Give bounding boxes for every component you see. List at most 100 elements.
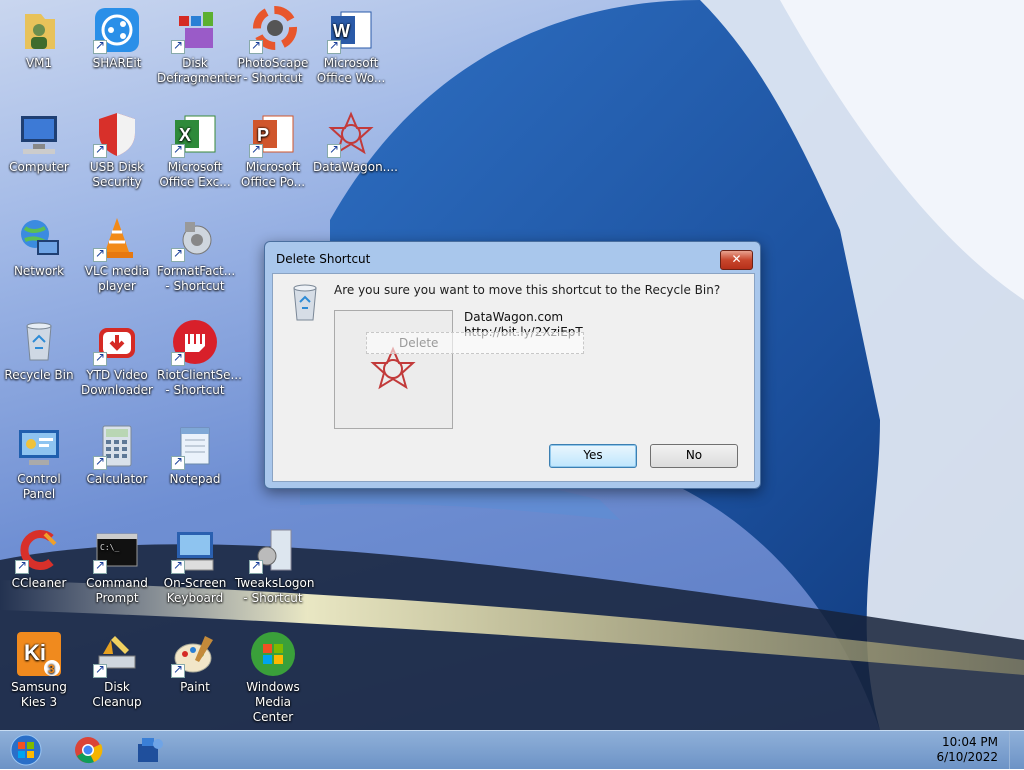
disk-cleanup-icon: [93, 630, 141, 678]
svg-text:C:\_: C:\_: [100, 543, 119, 552]
desktop-icon-powerpoint[interactable]: P Microsoft Office Po...: [234, 104, 312, 204]
desktop-icon-label: Microsoft Office Po...: [240, 160, 306, 189]
svg-text:3: 3: [48, 662, 55, 676]
recycle-bin-icon: [288, 282, 322, 322]
desktop-icon-label: TweaksLogon - Shortcut: [235, 576, 315, 605]
desktop-icon-disk-cleanup[interactable]: Disk Cleanup: [78, 624, 156, 724]
yes-button[interactable]: Yes: [549, 444, 637, 468]
desktop-icon-riotclient[interactable]: RiotClientSe... - Shortcut: [156, 312, 242, 412]
desktop-icon-ytd[interactable]: YTD Video Downloader: [78, 312, 156, 412]
desktop-icon-disk-defragmenter[interactable]: Disk Defragmenter: [156, 0, 242, 100]
system-clock[interactable]: 10:04 PM 6/10/2022: [936, 735, 998, 765]
desktop-icon-label: SHAREit: [92, 56, 142, 70]
desktop-icon-label: Command Prompt: [86, 576, 148, 605]
desktop-icon-label: Control Panel: [17, 472, 61, 501]
folder-user-icon: [15, 6, 63, 54]
close-button[interactable]: ✕: [720, 250, 753, 270]
datawagon-star-icon: [370, 346, 416, 390]
network-app-taskbar-icon[interactable]: [132, 734, 168, 766]
riot-client-icon: [171, 318, 219, 366]
shortcut-arrow-icon: [249, 38, 263, 54]
drag-ghost-label: Delete: [399, 336, 439, 350]
desktop-icon-network[interactable]: Network: [0, 208, 78, 308]
photoscape-icon: [249, 6, 297, 54]
desktop-icon-formatfactory[interactable]: FormatFact... - Shortcut: [156, 208, 235, 308]
desktop-icon-samsung-kies[interactable]: Ki 3 Samsung Kies 3: [0, 624, 78, 724]
shortcut-arrow-icon: [93, 38, 107, 54]
network-globe-icon: [15, 214, 63, 262]
delete-shortcut-dialog: Delete Shortcut ✕ Are you sure you want …: [264, 241, 761, 489]
desktop-icon-control-panel[interactable]: Control Panel: [0, 416, 78, 516]
desktop-icon-label: VLC media player: [84, 264, 150, 293]
ytd-downloader-icon: [93, 318, 141, 366]
tweakslogon-icon: [249, 526, 297, 574]
desktop-icon-usb-disk-security[interactable]: USB Disk Security: [78, 104, 156, 204]
clock-time: 10:04 PM: [942, 735, 998, 749]
desktop-icon-label: USB Disk Security: [89, 160, 145, 189]
dialog-message: Are you sure you want to move this short…: [334, 283, 721, 297]
desktop-icon-label: YTD Video Downloader: [81, 368, 153, 397]
desktop-icon-paint[interactable]: Paint: [156, 624, 234, 724]
taskbar: 10:04 PM 6/10/2022: [0, 730, 1024, 769]
desktop-icon-label: VM1: [25, 56, 53, 70]
desktop-icon-label: Computer: [9, 160, 69, 174]
desktop-icon-on-screen-keyboard[interactable]: On-Screen Keyboard: [156, 520, 234, 620]
disk-defragmenter-icon: [171, 6, 219, 54]
paint-palette-icon: [171, 630, 219, 678]
desktop-icon-notepad[interactable]: Notepad: [156, 416, 234, 516]
format-factory-icon: [171, 214, 219, 262]
desktop-icon-label: Network: [13, 264, 65, 278]
desktop-icon-label: RiotClientSe... - Shortcut: [157, 368, 242, 397]
no-button[interactable]: No: [650, 444, 738, 468]
datawagon-star-icon: [327, 110, 375, 158]
show-desktop-button[interactable]: [1009, 731, 1024, 769]
notepad-icon: [171, 422, 219, 470]
desktop-icon-ccleaner[interactable]: CCleaner: [0, 520, 78, 620]
desktop-icon-vm1[interactable]: VM1: [0, 0, 78, 100]
shortcut-arrow-icon: [171, 38, 185, 54]
control-panel-icon: [15, 422, 63, 470]
shortcut-arrow-icon: [327, 38, 341, 54]
shortcut-preview: [334, 310, 453, 429]
shortcut-arrow-icon: [171, 350, 185, 366]
desktop-icon-label: DataWagon....: [313, 160, 398, 174]
start-button[interactable]: [6, 733, 46, 767]
desktop-icon-label: Microsoft Office Wo...: [316, 56, 386, 85]
desktop-icon-shareit[interactable]: SHAREit: [78, 0, 156, 100]
shortcut-arrow-icon: [93, 662, 107, 678]
desktop-icon-calculator[interactable]: Calculator: [78, 416, 156, 516]
calculator-icon: [93, 422, 141, 470]
desktop-icon-label: Disk Cleanup: [92, 680, 142, 709]
shortcut-arrow-icon: [327, 142, 341, 158]
desktop-icon-label: Paint: [180, 680, 210, 694]
dialog-title: Delete Shortcut: [276, 252, 371, 266]
desktop-icon-label: Calculator: [86, 472, 148, 486]
windows-media-center-icon: [249, 630, 297, 678]
desktop-icon-vlc[interactable]: VLC media player: [78, 208, 156, 308]
samsung-kies-icon: Ki 3: [15, 630, 63, 678]
desktop-icon-excel[interactable]: X Microsoft Office Exc...: [156, 104, 234, 204]
keyboard-icon: [171, 526, 219, 574]
desktop-icon-tweakslogon[interactable]: TweaksLogon - Shortcut: [234, 520, 315, 620]
computer-icon: [15, 110, 63, 158]
desktop-icon-word[interactable]: W Microsoft Office Wo...: [312, 0, 390, 100]
shortcut-arrow-icon: [249, 142, 263, 158]
recycle-bin-icon: [15, 318, 63, 366]
desktop-icon-photoscape[interactable]: PhotoScape - Shortcut: [234, 0, 312, 100]
desktop-icon-label: Windows Media Center: [246, 680, 300, 724]
shareit-icon: [93, 6, 141, 54]
desktop-icon-recycle-bin[interactable]: Recycle Bin: [0, 312, 78, 412]
desktop-icon-command-prompt[interactable]: C:\_ Command Prompt: [78, 520, 156, 620]
ccleaner-icon: [15, 526, 63, 574]
clock-date: 6/10/2022: [936, 750, 998, 764]
shield-icon: [93, 110, 141, 158]
desktop-icon-label: Microsoft Office Exc...: [159, 160, 231, 189]
desktop-icon-windows-media-center[interactable]: Windows Media Center: [234, 624, 312, 724]
chrome-taskbar-icon[interactable]: [70, 734, 106, 766]
desktop-icon-label: Disk Defragmenter: [157, 56, 242, 85]
desktop-icon-computer[interactable]: Computer: [0, 104, 78, 204]
desktop-icon-datawagon[interactable]: DataWagon....: [312, 104, 398, 204]
shortcut-arrow-icon: [171, 142, 185, 158]
desktop-icon-label: Recycle Bin: [4, 368, 74, 382]
word-icon: W: [327, 6, 375, 54]
